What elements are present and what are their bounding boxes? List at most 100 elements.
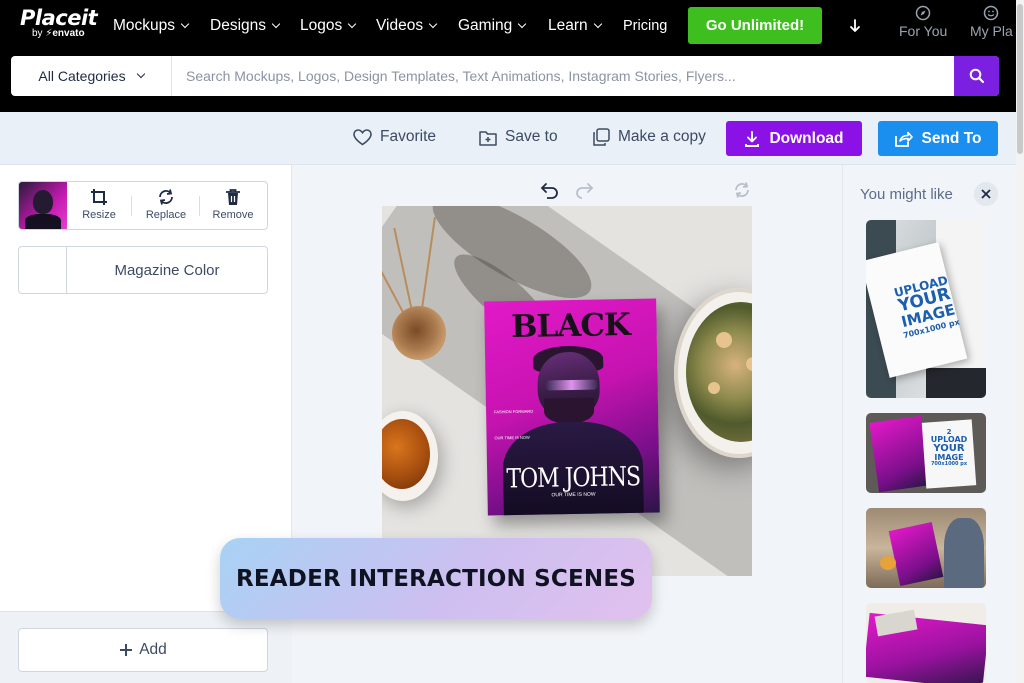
upload-text: 2 UPLOAD YOUR IMAGE 700x1000 px [924,429,974,467]
cover-side-text: FASHION FORWARD [494,408,534,415]
copy-icon [593,128,610,146]
upload-size: 700x1000 px [930,461,968,467]
category-select[interactable]: All Categories [11,56,172,96]
resize-label: Resize [82,209,116,221]
bowl-plants [686,302,752,442]
tea-cup [382,411,438,501]
nav-pricing[interactable]: Pricing [623,16,667,36]
cover-side-text: OUR TIME IS NOW [494,434,530,441]
add-button[interactable]: Add [18,628,268,672]
thumbnail-face [33,190,53,214]
juice-glass [880,556,896,570]
download-button[interactable]: Download [726,121,862,156]
folder-plus-icon [479,130,497,146]
suggestions-title: You might like [860,186,953,203]
nav-learn-label: Learn [548,17,588,34]
nav-learn[interactable]: Learn [548,16,602,36]
placeit-logo[interactable]: Placeit by ⚡envato [20,6,98,39]
favorite-button[interactable]: Favorite [353,128,436,146]
image-thumbnail[interactable] [19,182,67,229]
nav-gaming[interactable]: Gaming [458,16,527,36]
top-navbar: Placeit by ⚡envato Mockups Designs Logos… [0,0,1024,112]
replace-label: Replace [145,209,187,221]
magazine-color-picker[interactable]: Magazine Color [18,246,268,294]
replace-button[interactable]: Replace [136,188,196,221]
nav-designs[interactable]: Designs [210,16,281,36]
scroll-thumb[interactable] [1017,4,1023,154]
chevron-down-icon [271,19,281,29]
cover-beard [543,397,595,425]
close-button[interactable] [974,182,998,206]
left-panel-footer: Add [0,611,292,683]
my-place-link[interactable]: My Pla [970,5,1013,39]
share-icon [894,131,913,147]
refresh-icon [159,189,173,205]
reader-person [944,518,984,588]
category-select-label: All Categories [38,68,126,84]
remove-button[interactable]: Remove [203,188,263,221]
cover-glasses [545,379,598,391]
nav-designs-label: Designs [210,17,266,34]
magazine-photo [888,522,944,586]
nav-videos[interactable]: Videos [376,16,438,36]
save-to-button[interactable]: Save to [479,128,558,146]
suggestion-thumbnail[interactable] [866,603,986,683]
save-to-label: Save to [505,128,558,145]
image-layer-card: Resize Replace Remove [18,181,268,230]
flower [708,382,720,394]
flower [746,357,752,371]
suggestions-panel: You might like UPLOAD YOUR IMAGE 700x100… [842,165,1016,683]
magazine-color-label: Magazine Color [114,262,220,279]
chevron-down-icon [180,19,190,29]
make-copy-button[interactable]: Make a copy [592,128,706,146]
resize-button[interactable]: Resize [69,188,129,221]
search-input[interactable] [186,56,946,96]
logo-envato: envato [52,28,85,39]
undo-icon[interactable] [540,181,560,199]
nav-gaming-label: Gaming [458,17,513,34]
plus-icon [120,644,133,656]
chevron-down-icon [136,69,145,79]
tea [382,419,430,489]
remove-label: Remove [212,209,254,221]
magazine-title: BLACK [510,306,631,346]
nav-pricing-label: Pricing [623,18,668,34]
mockup-preview[interactable]: BLACK FASHION FORWARD OUR TIME IS NOW TO… [382,206,752,576]
color-swatch[interactable] [19,247,67,293]
trash-icon [226,189,240,205]
my-place-label: My Pla [970,23,1013,39]
suggestion-thumbnail[interactable] [866,508,986,588]
vase [392,306,446,360]
thumbnail-body [25,214,61,229]
download-icon [745,130,760,147]
nav-mockups-label: Mockups [113,17,176,34]
suggestion-thumbnail[interactable]: UPLOAD YOUR IMAGE 700x1000 px [866,220,986,398]
send-to-button[interactable]: Send To [878,121,998,156]
reset-icon[interactable] [733,181,751,199]
for-you-link[interactable]: For You [899,5,947,39]
search-button[interactable] [954,56,999,96]
smiley-icon [984,5,999,21]
send-to-label: Send To [921,129,982,147]
redo-icon[interactable] [574,181,594,199]
page-scrollbar[interactable] [1016,0,1024,683]
crop-icon [91,189,107,205]
add-label: Add [139,641,167,658]
nav-logos[interactable]: Logos [300,16,357,36]
go-unlimited-button[interactable]: Go Unlimited! [688,7,822,44]
chevron-down-icon [428,19,438,29]
chevron-down-icon [593,19,602,29]
make-copy-label: Make a copy [618,128,706,145]
favorite-label: Favorite [380,128,436,145]
logo-wordmark: Placeit [20,6,98,30]
arrow-down-icon[interactable] [849,18,861,34]
suggestion-thumbnail[interactable]: 2 UPLOAD YOUR IMAGE 700x1000 px [866,413,986,493]
magazine-cover: BLACK FASHION FORWARD OUR TIME IS NOW TO… [484,298,660,516]
close-icon [981,189,991,199]
search-bar: All Categories [11,56,999,96]
search-icon [969,68,984,84]
nav-logos-label: Logos [300,17,343,34]
for-you-label: For You [899,23,948,39]
nav-mockups[interactable]: Mockups [113,16,190,36]
belt [926,368,986,398]
